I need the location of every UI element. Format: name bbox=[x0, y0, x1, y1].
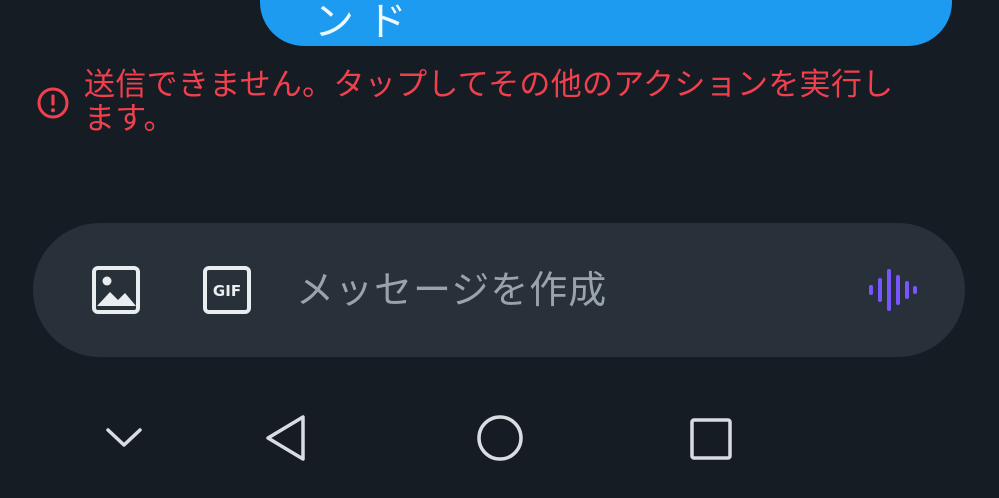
home-circle-icon[interactable] bbox=[474, 412, 526, 464]
send-error-text: 送信できません。タップしてその他のアクションを実行します。 bbox=[84, 67, 894, 137]
recents-square-icon[interactable] bbox=[688, 416, 734, 462]
alert-circle-icon bbox=[37, 87, 69, 119]
chevron-down-icon[interactable] bbox=[104, 420, 144, 454]
sent-message-text: ン ド bbox=[314, 0, 407, 45]
send-error-notice[interactable]: 送信できません。タップしてその他のアクションを実行します。 bbox=[36, 68, 916, 136]
voice-waveform-icon[interactable] bbox=[867, 263, 919, 317]
gif-icon[interactable]: GIF bbox=[202, 265, 252, 315]
compose-input[interactable]: メッセージを作成 bbox=[296, 267, 607, 313]
back-triangle-icon[interactable] bbox=[262, 412, 310, 464]
system-nav-bar bbox=[0, 380, 999, 498]
message-composer[interactable]: GIF メッセージを作成 bbox=[33, 223, 965, 357]
gif-label: GIF bbox=[213, 282, 241, 300]
sent-message-bubble[interactable]: ン ド bbox=[260, 0, 952, 46]
image-icon[interactable] bbox=[91, 265, 141, 315]
screen: ン ド 送信できません。タップしてその他のアクションを実行します。 GIF メッ… bbox=[0, 0, 999, 498]
